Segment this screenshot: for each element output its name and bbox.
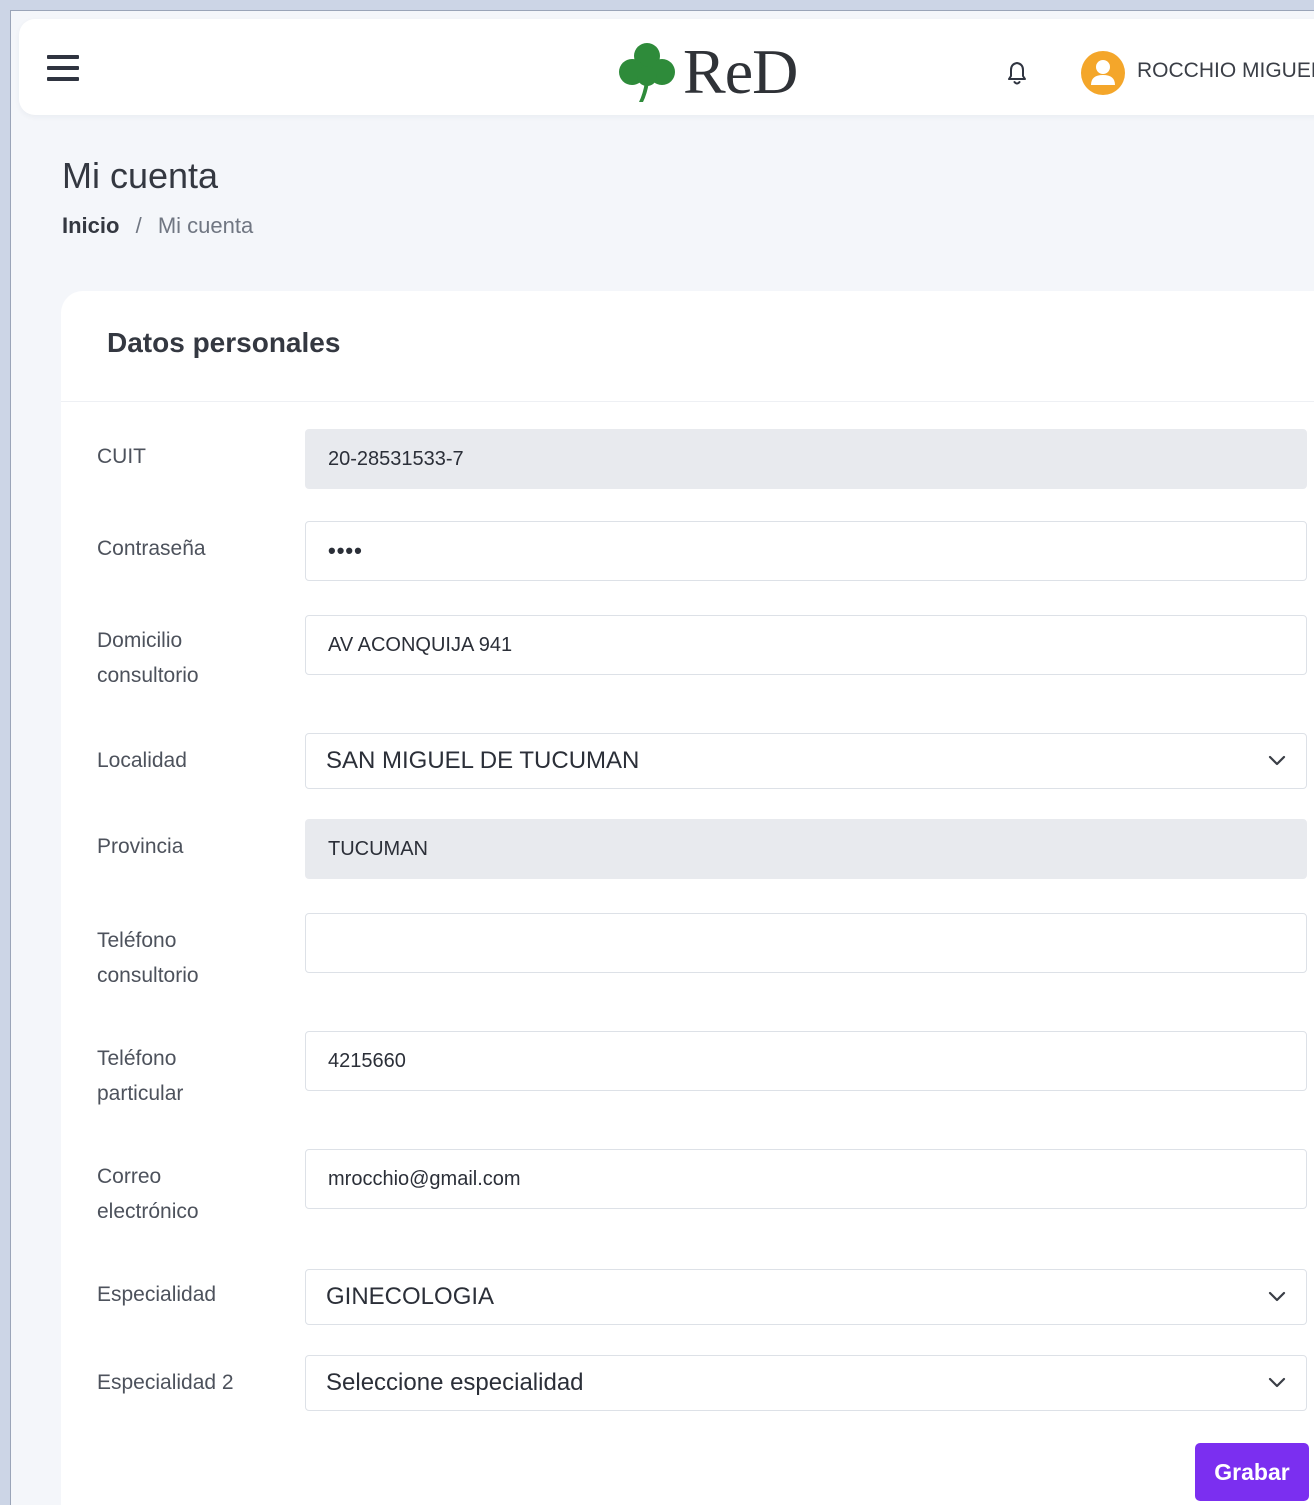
clover-icon [619,43,675,102]
card-header: Datos personales [61,291,1314,402]
email-label-line1: Correo [97,1165,162,1188]
specialty2-label: Especialidad 2 [97,1371,234,1394]
user-avatar-icon[interactable] [1081,51,1125,95]
specialty-select[interactable]: GINECOLOGIA [305,1269,1307,1325]
personal-phone-label-line2: particular [97,1082,184,1105]
bell-icon[interactable] [1005,59,1029,87]
password-field[interactable]: •••• [305,521,1307,581]
specialty-label: Especialidad [97,1283,217,1306]
personal-phone-label: Teléfono particular [97,1041,183,1111]
email-field[interactable]: mrocchio@gmail.com [305,1149,1307,1209]
address-label: Domicilio consultorio [97,623,199,693]
specialty2-value: Seleccione especialidad [326,1369,584,1396]
page-title: Mi cuenta [62,155,219,196]
password-value: •••• [328,538,363,563]
cuit-value: 20-28531533-7 [328,447,464,470]
breadcrumb-separator: / [135,213,142,238]
chevron-down-icon [1268,1377,1286,1388]
office-phone-field[interactable] [305,913,1307,973]
chevron-down-icon [1268,1291,1286,1302]
city-select[interactable]: SAN MIGUEL DE TUCUMAN [305,733,1307,789]
personal-data-card: Datos personales CUIT 20-28531533-7 Cont… [61,291,1314,1505]
address-label-line2: consultorio [97,664,199,687]
personal-phone-field[interactable]: 4215660 [305,1031,1307,1091]
hamburger-menu-icon[interactable] [47,55,79,81]
city-value: SAN MIGUEL DE TUCUMAN [326,747,640,774]
chevron-down-icon [1268,755,1286,766]
email-label: Correo electrónico [97,1159,199,1229]
province-value: TUCUMAN [328,837,428,860]
save-button[interactable]: Grabar [1195,1443,1309,1501]
address-value: AV ACONQUIJA 941 [328,633,513,656]
office-phone-label: Teléfono consultorio [97,923,199,993]
breadcrumb-home-link[interactable]: Inicio [62,213,119,238]
address-label-line1: Domicilio [97,629,183,652]
logo-text: ReD [683,36,798,107]
office-phone-label-line2: consultorio [97,964,199,987]
address-field[interactable]: AV ACONQUIJA 941 [305,615,1307,675]
personal-phone-value: 4215660 [328,1049,406,1072]
brand-logo[interactable]: ReD [615,36,798,107]
specialty2-select[interactable]: Seleccione especialidad [305,1355,1307,1411]
city-label: Localidad [97,749,187,772]
password-label: Contraseña [97,537,206,560]
user-silhouette-icon [1091,60,1115,85]
breadcrumb-current: Mi cuenta [157,213,254,238]
province-label: Provincia [97,835,184,858]
card-title: Datos personales [107,327,341,358]
office-phone-label-line1: Teléfono [97,929,177,952]
specialty-value: GINECOLOGIA [326,1283,495,1310]
top-navbar: ReD ROCCHIO MIGUEL [19,19,1314,115]
personal-phone-label-line1: Teléfono [97,1047,177,1070]
user-name[interactable]: ROCCHIO MIGUEL [1137,59,1314,83]
email-label-line2: electrónico [97,1200,199,1223]
province-field: TUCUMAN [305,819,1307,879]
breadcrumb: Inicio / Mi cuenta [62,213,253,239]
email-value: mrocchio@gmail.com [328,1167,521,1190]
app-window: ReD ROCCHIO MIGUEL Mi cuenta Inicio / Mi… [10,10,1314,1505]
cuit-label: CUIT [97,445,146,468]
cuit-field: 20-28531533-7 [305,429,1307,489]
